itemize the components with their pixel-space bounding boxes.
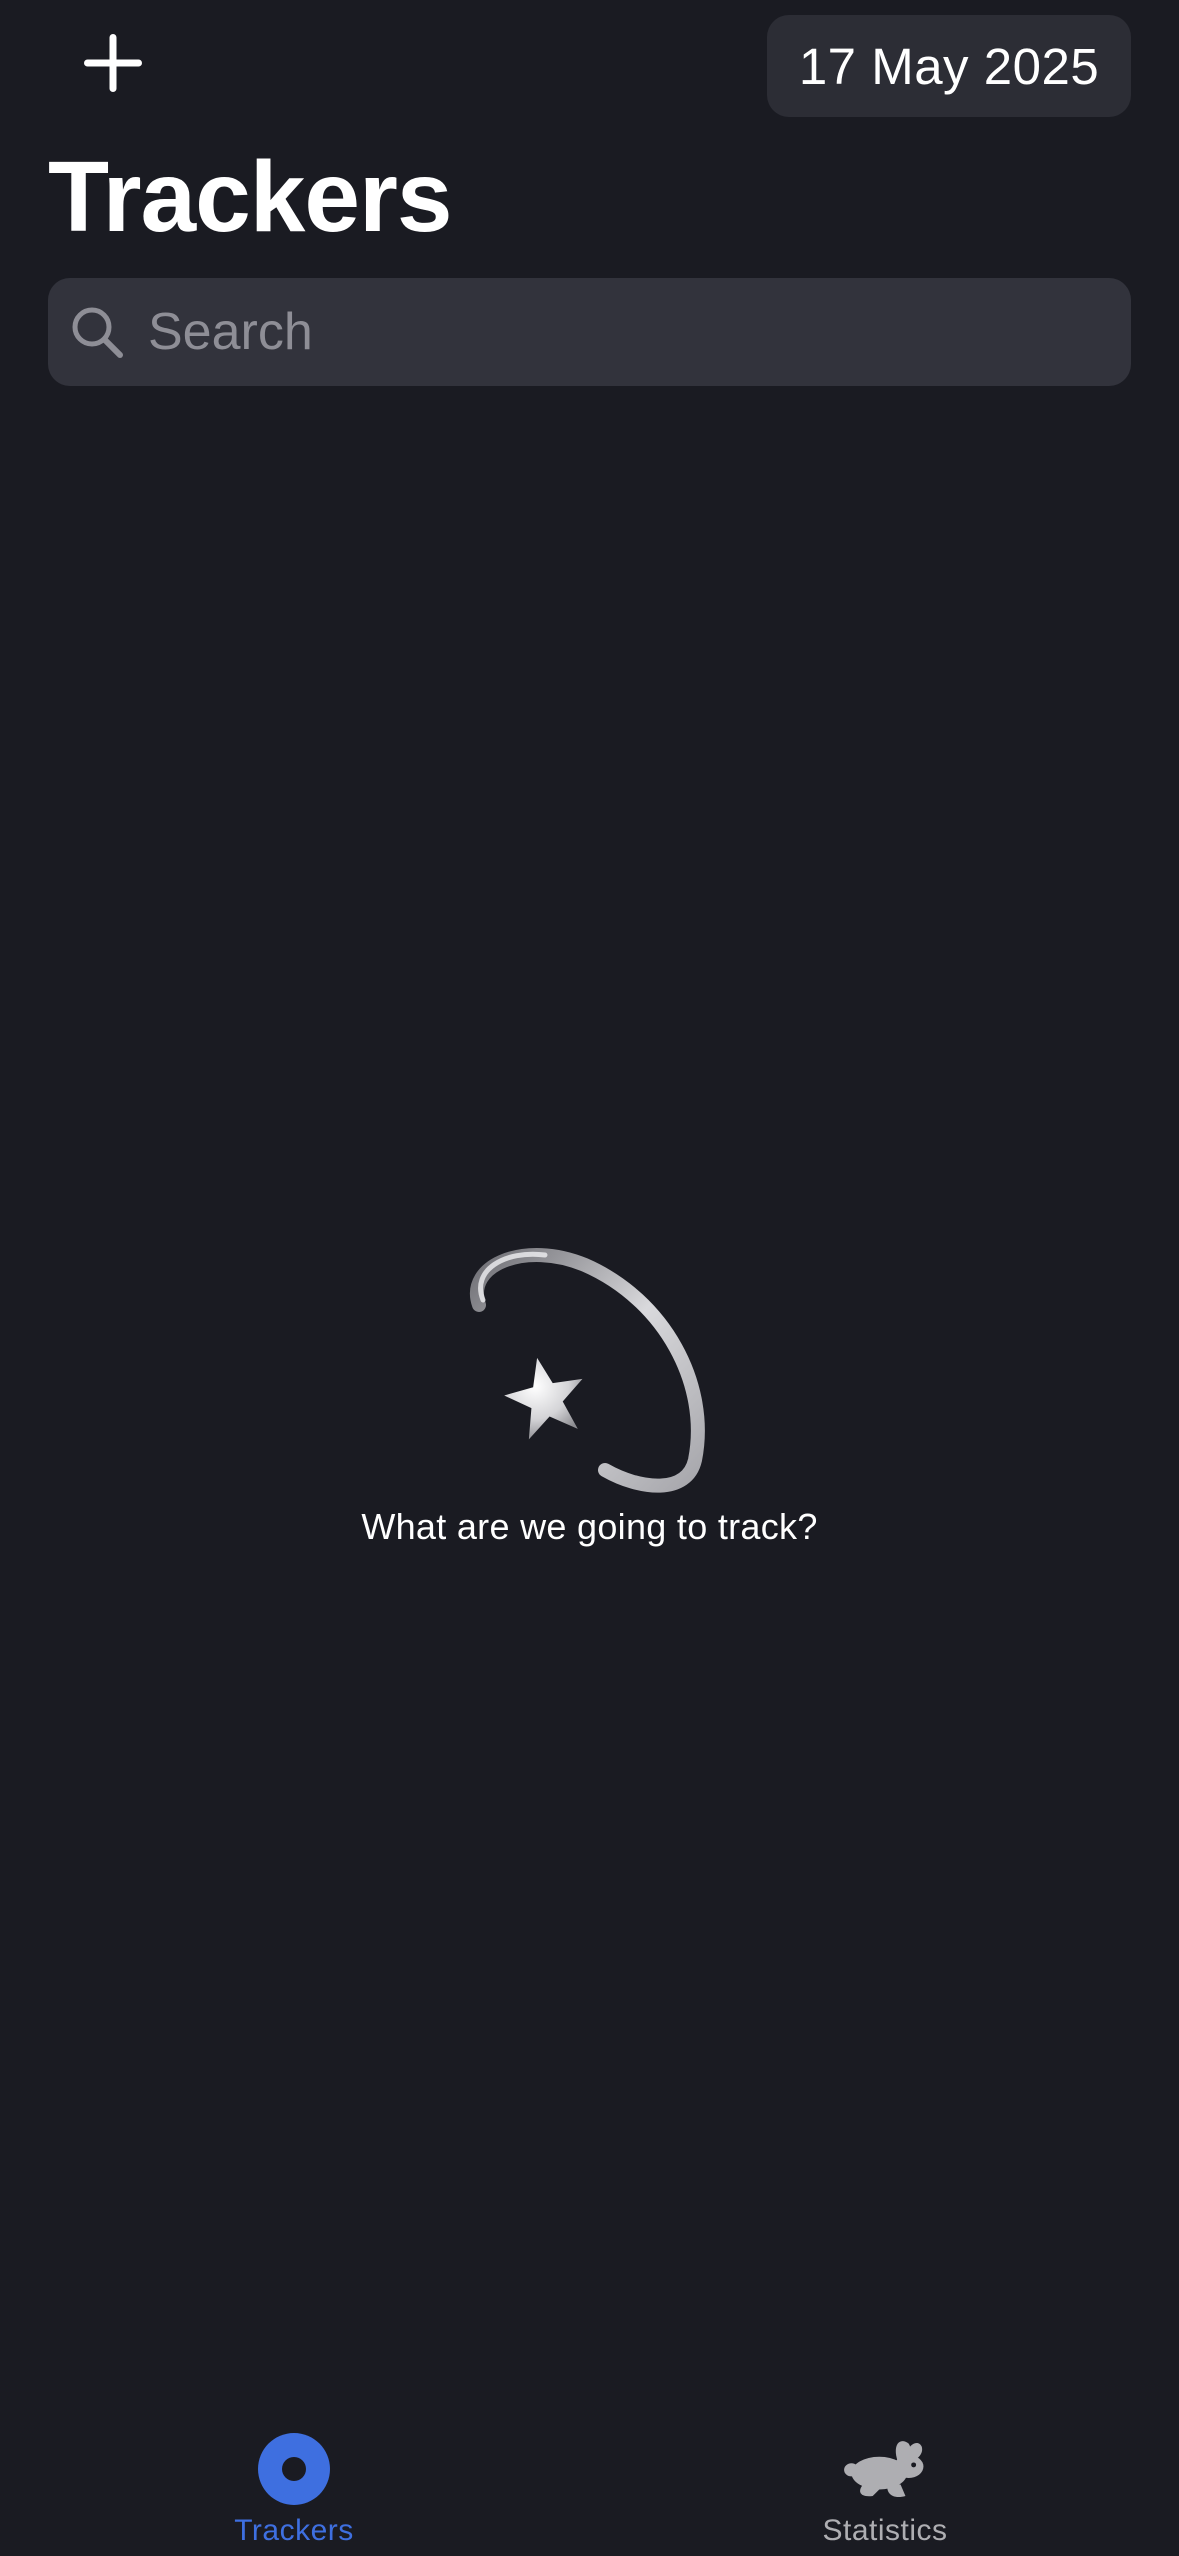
plus-icon	[84, 34, 142, 92]
dizzy-star-icon	[465, 1245, 715, 1495]
search-bar[interactable]	[48, 278, 1131, 386]
tab-bar: Trackers Statistics	[0, 2400, 1179, 2556]
tab-label: Statistics	[822, 2514, 948, 2547]
tab-label: Trackers	[234, 2514, 354, 2547]
hare-icon	[840, 2430, 930, 2508]
tab-statistics[interactable]: Statistics	[735, 2430, 1035, 2548]
page-title: Trackers	[48, 141, 452, 253]
record-circle-icon	[249, 2430, 339, 2508]
search-icon	[70, 305, 124, 359]
tab-trackers[interactable]: Trackers	[144, 2430, 444, 2548]
add-tracker-button[interactable]	[62, 12, 164, 114]
search-input[interactable]	[148, 278, 1131, 386]
date-picker-button[interactable]: 17 May 2025	[767, 15, 1131, 117]
date-label: 17 May 2025	[798, 37, 1100, 95]
empty-state-message: What are we going to track?	[361, 1506, 818, 1547]
